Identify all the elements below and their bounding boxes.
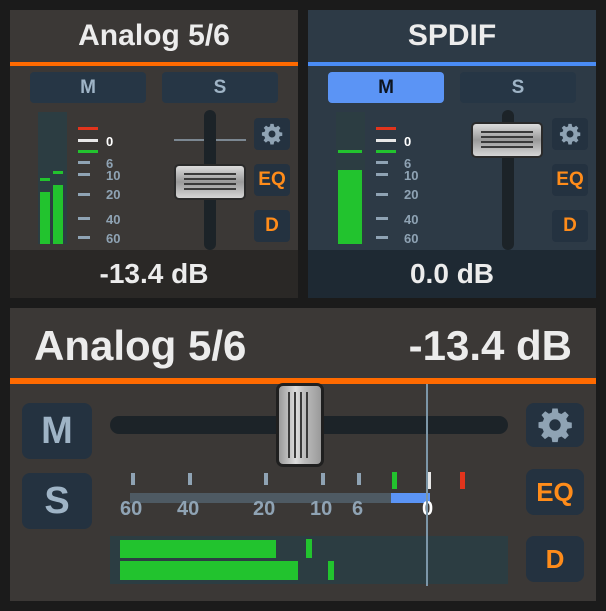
horizontal-fader-knob[interactable] <box>276 383 324 467</box>
solo-button[interactable]: S <box>460 72 576 103</box>
gain-readout: 0.0 dB <box>308 250 596 298</box>
channel-detail-panel: Analog 5/6 -13.4 dB M S 60 40 20 10 6 0 <box>10 308 596 601</box>
level-meter <box>336 112 365 244</box>
strip-accent-line <box>10 62 298 66</box>
dynamics-button[interactable]: D <box>254 210 290 242</box>
channel-strip-analog: Analog 5/6 M S 0 6 10 20 40 60 EQ D -13.… <box>10 10 298 298</box>
meter-bar-left <box>40 192 50 244</box>
scale-label: 10 <box>310 498 333 520</box>
eq-button[interactable]: EQ <box>254 164 290 196</box>
scale-label: 40 <box>404 212 419 227</box>
mute-button[interactable]: M <box>328 72 444 103</box>
detail-level-meter <box>110 536 508 584</box>
peak-hold-right <box>53 171 63 174</box>
fader-knob[interactable] <box>174 164 246 200</box>
scale-label: 0 <box>404 134 412 149</box>
dynamics-button[interactable]: D <box>552 210 588 242</box>
solo-button[interactable]: S <box>162 72 278 103</box>
gear-icon <box>559 123 581 145</box>
peak-hold <box>338 150 362 153</box>
meter-bar-right <box>53 185 63 244</box>
level-track <box>130 493 430 503</box>
channel-strip-spdif: SPDIF M S 0 6 10 20 40 60 EQ D 0.0 dB <box>308 10 596 298</box>
scale-label: 10 <box>404 168 419 183</box>
dynamics-button[interactable]: D <box>526 536 584 582</box>
peak-hold-right <box>328 561 334 580</box>
scale-label: 20 <box>404 187 419 202</box>
scale-label: 20 <box>253 498 276 520</box>
meter-bar-right <box>120 561 298 580</box>
detail-channel-name: Analog 5/6 <box>34 322 247 369</box>
scale-label: 20 <box>106 187 121 202</box>
scale-label: 60 <box>404 231 419 246</box>
eq-button[interactable]: EQ <box>552 164 588 196</box>
mute-button[interactable]: M <box>22 403 92 459</box>
detail-gain-readout: -13.4 dB <box>408 322 572 369</box>
eq-button[interactable]: EQ <box>526 469 584 515</box>
strip-title[interactable]: SPDIF <box>308 10 596 62</box>
peak-hold-left <box>306 539 312 558</box>
mute-button[interactable]: M <box>30 72 146 103</box>
strip-accent-line <box>308 62 596 66</box>
settings-button[interactable] <box>254 118 290 150</box>
settings-button[interactable] <box>526 403 584 447</box>
scale-label: 10 <box>106 168 121 183</box>
gear-icon <box>261 123 283 145</box>
scale-label: 0 <box>106 134 114 149</box>
scale-label: 60 <box>106 231 121 246</box>
gain-readout: -13.4 dB <box>10 250 298 298</box>
strip-title[interactable]: Analog 5/6 <box>10 10 298 62</box>
scale-label: 40 <box>177 498 200 520</box>
meter-bar <box>338 170 362 244</box>
gear-icon <box>538 408 572 443</box>
settings-button[interactable] <box>552 118 588 150</box>
unity-gain-line <box>426 384 428 586</box>
scale-label: 6 <box>352 498 364 520</box>
scale-label: 40 <box>106 212 121 227</box>
peak-hold-left <box>40 178 50 181</box>
meter-bar-left <box>120 540 276 558</box>
level-meter <box>38 112 67 244</box>
scale-label: 60 <box>120 498 143 520</box>
solo-button[interactable]: S <box>22 473 92 529</box>
fader-knob[interactable] <box>471 122 543 158</box>
